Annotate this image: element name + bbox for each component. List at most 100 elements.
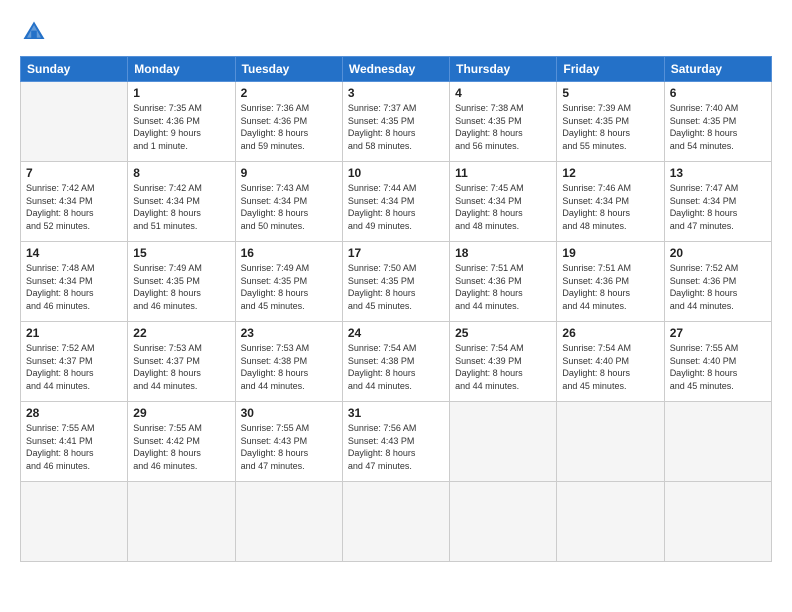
cell-content: Sunrise: 7:52 AM Sunset: 4:36 PM Dayligh… bbox=[670, 262, 766, 312]
calendar-table: SundayMondayTuesdayWednesdayThursdayFrid… bbox=[20, 56, 772, 562]
col-header-thursday: Thursday bbox=[450, 57, 557, 82]
calendar-cell bbox=[664, 482, 771, 562]
day-number: 9 bbox=[241, 166, 337, 180]
cell-content: Sunrise: 7:55 AM Sunset: 4:40 PM Dayligh… bbox=[670, 342, 766, 392]
day-number: 11 bbox=[455, 166, 551, 180]
page: SundayMondayTuesdayWednesdayThursdayFrid… bbox=[0, 0, 792, 612]
calendar-cell: 8 Sunrise: 7:42 AM Sunset: 4:34 PM Daylig… bbox=[128, 162, 235, 242]
calendar-body: 1 Sunrise: 7:35 AM Sunset: 4:36 PM Daylig… bbox=[21, 82, 772, 562]
cell-content: Sunrise: 7:36 AM Sunset: 4:36 PM Dayligh… bbox=[241, 102, 337, 152]
cell-content: Sunrise: 7:55 AM Sunset: 4:43 PM Dayligh… bbox=[241, 422, 337, 472]
day-number: 8 bbox=[133, 166, 229, 180]
day-number: 21 bbox=[26, 326, 122, 340]
day-number: 17 bbox=[348, 246, 444, 260]
cell-content: Sunrise: 7:44 AM Sunset: 4:34 PM Dayligh… bbox=[348, 182, 444, 232]
calendar-row: 21 Sunrise: 7:52 AM Sunset: 4:37 PM Dayli… bbox=[21, 322, 772, 402]
col-header-monday: Monday bbox=[128, 57, 235, 82]
cell-content: Sunrise: 7:48 AM Sunset: 4:34 PM Dayligh… bbox=[26, 262, 122, 312]
day-number: 16 bbox=[241, 246, 337, 260]
cell-content: Sunrise: 7:49 AM Sunset: 4:35 PM Dayligh… bbox=[133, 262, 229, 312]
day-number: 15 bbox=[133, 246, 229, 260]
cell-content: Sunrise: 7:37 AM Sunset: 4:35 PM Dayligh… bbox=[348, 102, 444, 152]
day-number: 4 bbox=[455, 86, 551, 100]
day-number: 28 bbox=[26, 406, 122, 420]
cell-content: Sunrise: 7:49 AM Sunset: 4:35 PM Dayligh… bbox=[241, 262, 337, 312]
cell-content: Sunrise: 7:43 AM Sunset: 4:34 PM Dayligh… bbox=[241, 182, 337, 232]
day-number: 6 bbox=[670, 86, 766, 100]
calendar-cell: 22 Sunrise: 7:53 AM Sunset: 4:37 PM Dayli… bbox=[128, 322, 235, 402]
cell-content: Sunrise: 7:47 AM Sunset: 4:34 PM Dayligh… bbox=[670, 182, 766, 232]
calendar-cell bbox=[450, 482, 557, 562]
cell-content: Sunrise: 7:55 AM Sunset: 4:42 PM Dayligh… bbox=[133, 422, 229, 472]
calendar-cell bbox=[235, 482, 342, 562]
cell-content: Sunrise: 7:54 AM Sunset: 4:38 PM Dayligh… bbox=[348, 342, 444, 392]
calendar-cell bbox=[21, 482, 128, 562]
calendar-cell bbox=[664, 402, 771, 482]
calendar-row: 7Sunrise: 7:42 AM Sunset: 4:34 PM Daylig… bbox=[21, 162, 772, 242]
cell-content: Sunrise: 7:46 AM Sunset: 4:34 PM Dayligh… bbox=[562, 182, 658, 232]
cell-content: Sunrise: 7:54 AM Sunset: 4:39 PM Dayligh… bbox=[455, 342, 551, 392]
day-number: 10 bbox=[348, 166, 444, 180]
calendar-cell: 9 Sunrise: 7:43 AM Sunset: 4:34 PM Daylig… bbox=[235, 162, 342, 242]
day-number: 30 bbox=[241, 406, 337, 420]
calendar-cell: 24 Sunrise: 7:54 AM Sunset: 4:38 PM Dayli… bbox=[342, 322, 449, 402]
day-number: 23 bbox=[241, 326, 337, 340]
day-number: 19 bbox=[562, 246, 658, 260]
calendar-cell: 30 Sunrise: 7:55 AM Sunset: 4:43 PM Dayli… bbox=[235, 402, 342, 482]
cell-content: Sunrise: 7:35 AM Sunset: 4:36 PM Dayligh… bbox=[133, 102, 229, 152]
calendar-cell: 4 Sunrise: 7:38 AM Sunset: 4:35 PM Daylig… bbox=[450, 82, 557, 162]
day-number: 5 bbox=[562, 86, 658, 100]
calendar-cell: 14Sunrise: 7:48 AM Sunset: 4:34 PM Dayli… bbox=[21, 242, 128, 322]
cell-content: Sunrise: 7:39 AM Sunset: 4:35 PM Dayligh… bbox=[562, 102, 658, 152]
day-number: 20 bbox=[670, 246, 766, 260]
calendar-cell: 18Sunrise: 7:51 AM Sunset: 4:36 PM Dayli… bbox=[450, 242, 557, 322]
day-number: 27 bbox=[670, 326, 766, 340]
header bbox=[20, 18, 772, 46]
day-number: 26 bbox=[562, 326, 658, 340]
calendar-cell: 28 Sunrise: 7:55 AM Sunset: 4:41 PM Dayli… bbox=[21, 402, 128, 482]
col-header-sunday: Sunday bbox=[21, 57, 128, 82]
day-number: 1 bbox=[133, 86, 229, 100]
calendar-cell: 1 Sunrise: 7:35 AM Sunset: 4:36 PM Daylig… bbox=[128, 82, 235, 162]
day-number: 25 bbox=[455, 326, 551, 340]
calendar-header: SundayMondayTuesdayWednesdayThursdayFrid… bbox=[21, 57, 772, 82]
calendar-cell: 15 Sunrise: 7:49 AM Sunset: 4:35 PM Dayli… bbox=[128, 242, 235, 322]
logo-icon bbox=[20, 18, 48, 46]
day-number: 29 bbox=[133, 406, 229, 420]
cell-content: Sunrise: 7:50 AM Sunset: 4:35 PM Dayligh… bbox=[348, 262, 444, 312]
calendar-cell: 26Sunrise: 7:54 AM Sunset: 4:40 PM Dayli… bbox=[557, 322, 664, 402]
cell-content: Sunrise: 7:38 AM Sunset: 4:35 PM Dayligh… bbox=[455, 102, 551, 152]
calendar-cell: 19Sunrise: 7:51 AM Sunset: 4:36 PM Dayli… bbox=[557, 242, 664, 322]
day-number: 24 bbox=[348, 326, 444, 340]
calendar-cell bbox=[342, 482, 449, 562]
calendar-cell bbox=[557, 482, 664, 562]
cell-content: Sunrise: 7:42 AM Sunset: 4:34 PM Dayligh… bbox=[26, 182, 122, 232]
cell-content: Sunrise: 7:52 AM Sunset: 4:37 PM Dayligh… bbox=[26, 342, 122, 392]
day-number: 13 bbox=[670, 166, 766, 180]
cell-content: Sunrise: 7:53 AM Sunset: 4:38 PM Dayligh… bbox=[241, 342, 337, 392]
calendar-cell: 6 Sunrise: 7:40 AM Sunset: 4:35 PM Daylig… bbox=[664, 82, 771, 162]
cell-content: Sunrise: 7:56 AM Sunset: 4:43 PM Dayligh… bbox=[348, 422, 444, 472]
calendar-cell: 27 Sunrise: 7:55 AM Sunset: 4:40 PM Dayli… bbox=[664, 322, 771, 402]
day-number: 18 bbox=[455, 246, 551, 260]
cell-content: Sunrise: 7:42 AM Sunset: 4:34 PM Dayligh… bbox=[133, 182, 229, 232]
calendar-cell: 5 Sunrise: 7:39 AM Sunset: 4:35 PM Daylig… bbox=[557, 82, 664, 162]
cell-content: Sunrise: 7:55 AM Sunset: 4:41 PM Dayligh… bbox=[26, 422, 122, 472]
logo bbox=[20, 18, 52, 46]
day-number: 2 bbox=[241, 86, 337, 100]
cell-content: Sunrise: 7:53 AM Sunset: 4:37 PM Dayligh… bbox=[133, 342, 229, 392]
calendar-cell: 7Sunrise: 7:42 AM Sunset: 4:34 PM Daylig… bbox=[21, 162, 128, 242]
cell-content: Sunrise: 7:40 AM Sunset: 4:35 PM Dayligh… bbox=[670, 102, 766, 152]
day-number: 31 bbox=[348, 406, 444, 420]
col-header-tuesday: Tuesday bbox=[235, 57, 342, 82]
calendar-cell bbox=[557, 402, 664, 482]
calendar-cell: 12Sunrise: 7:46 AM Sunset: 4:34 PM Dayli… bbox=[557, 162, 664, 242]
calendar-cell: 11 Sunrise: 7:45 AM Sunset: 4:34 PM Dayli… bbox=[450, 162, 557, 242]
calendar-cell: 20 Sunrise: 7:52 AM Sunset: 4:36 PM Dayli… bbox=[664, 242, 771, 322]
day-number: 22 bbox=[133, 326, 229, 340]
calendar-cell: 17 Sunrise: 7:50 AM Sunset: 4:35 PM Dayli… bbox=[342, 242, 449, 322]
calendar-cell: 21 Sunrise: 7:52 AM Sunset: 4:37 PM Dayli… bbox=[21, 322, 128, 402]
calendar-cell: 3Sunrise: 7:37 AM Sunset: 4:35 PM Daylig… bbox=[342, 82, 449, 162]
calendar-cell: 13 Sunrise: 7:47 AM Sunset: 4:34 PM Dayli… bbox=[664, 162, 771, 242]
cell-content: Sunrise: 7:45 AM Sunset: 4:34 PM Dayligh… bbox=[455, 182, 551, 232]
